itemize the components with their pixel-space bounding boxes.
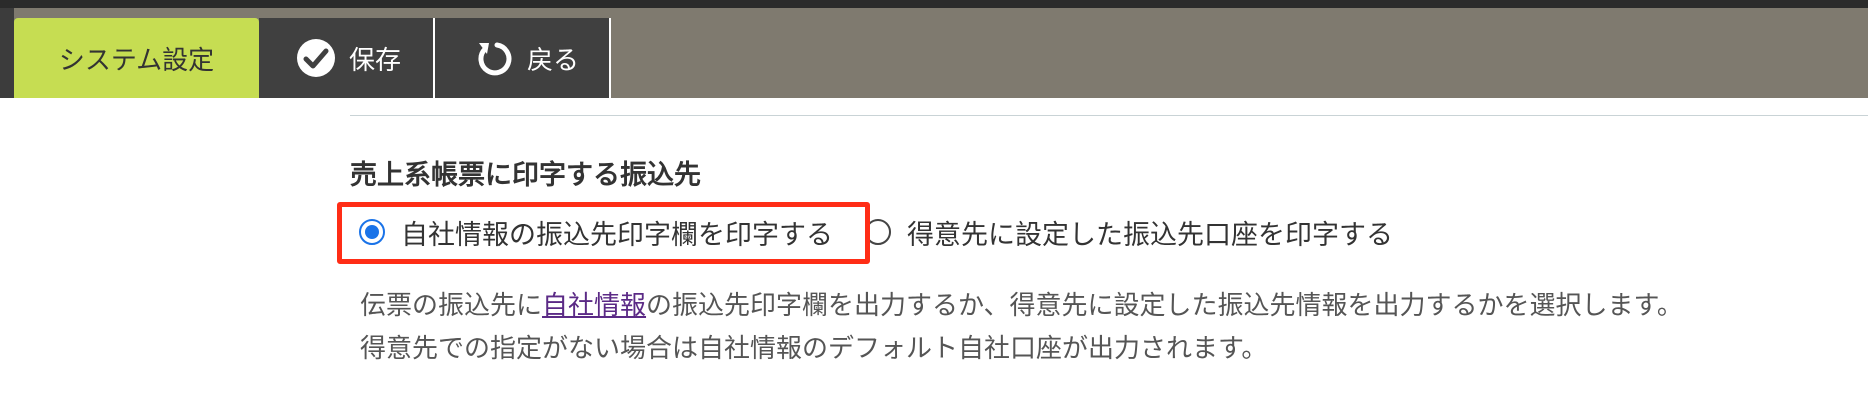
tab-system-settings[interactable]: システム設定 (14, 18, 259, 98)
radio-selected-icon[interactable] (359, 219, 385, 245)
tab-system-settings-label: システム設定 (58, 45, 215, 76)
section-title: 売上系帳票に印字する振込先 (350, 160, 701, 191)
description-line-2: 得意先での指定がない場合は自社情報のデフォルト自社口座が出力されます。 (360, 334, 1268, 364)
radio-option-customer-account[interactable]: 得意先に設定した振込先口座を印字する (865, 212, 1393, 252)
check-circle-icon (295, 37, 337, 79)
section-divider (350, 115, 1868, 116)
radio-option-customer-account-label: 得意先に設定した振込先口座を印字する (907, 219, 1393, 251)
description-suffix: の振込先印字欄を出力するか、得意先に設定した振込先情報を出力するかを選択します。 (646, 291, 1683, 321)
radio-unselected-icon[interactable] (865, 219, 891, 245)
save-button[interactable]: 保存 (259, 18, 435, 98)
radio-option-company-info[interactable]: 自社情報の振込先印字欄を印字する (359, 212, 833, 252)
top-strip (0, 0, 1868, 8)
description-prefix: 伝票の振込先に (360, 291, 543, 321)
back-button-label: 戻る (527, 45, 580, 76)
toolbar-left-edge (0, 8, 14, 98)
save-button-label: 保存 (349, 45, 402, 76)
back-button[interactable]: 戻る (435, 18, 611, 98)
description-line-1: 伝票の振込先に自社情報の振込先印字欄を出力するか、得意先に設定した振込先情報を出… (360, 285, 1683, 322)
rotate-back-icon (473, 37, 515, 79)
radio-option-company-info-label: 自社情報の振込先印字欄を印字する (401, 219, 833, 251)
company-info-link[interactable]: 自社情報 (542, 291, 646, 321)
